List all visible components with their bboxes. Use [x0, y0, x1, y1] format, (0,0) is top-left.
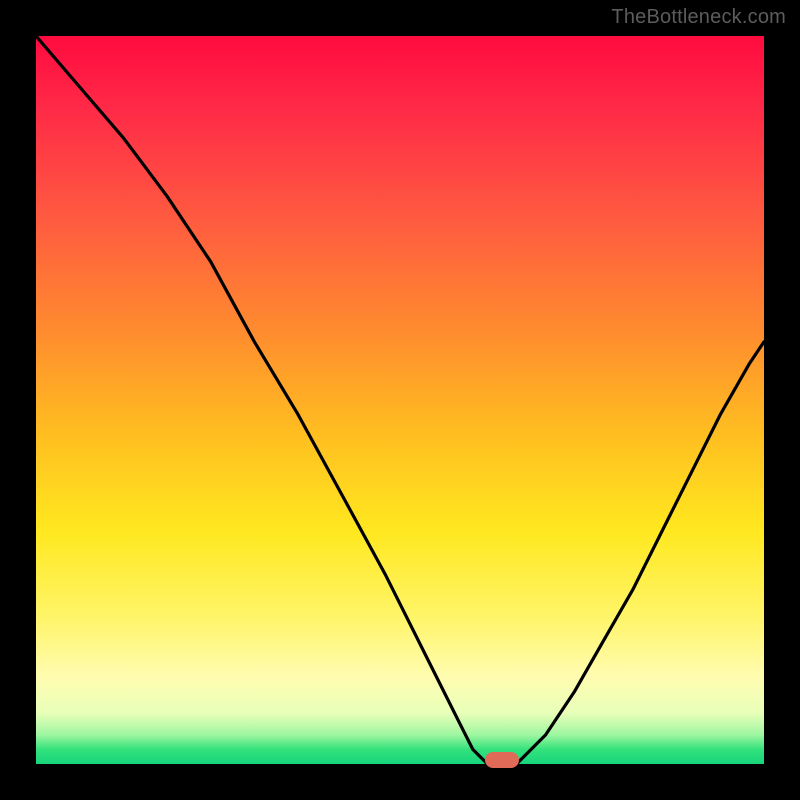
watermark-text: TheBottleneck.com — [611, 6, 786, 29]
plot-area — [36, 36, 764, 764]
optimal-marker — [485, 752, 519, 768]
chart-frame: TheBottleneck.com — [0, 0, 800, 800]
